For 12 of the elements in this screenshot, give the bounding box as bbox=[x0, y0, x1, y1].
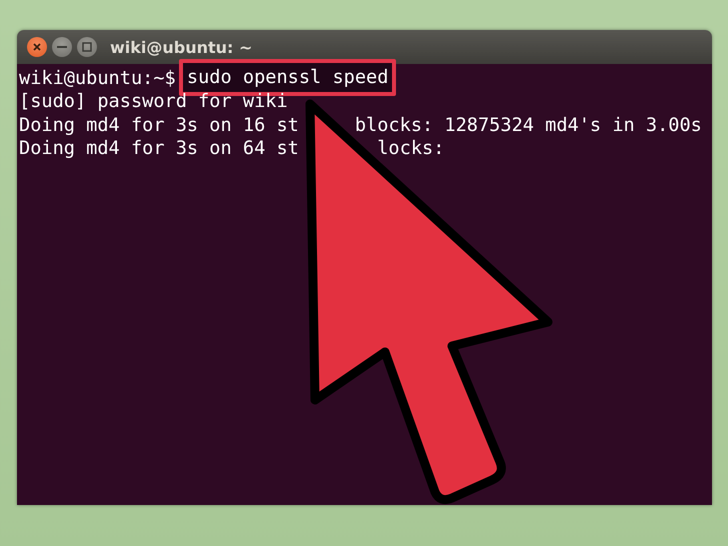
maximize-icon bbox=[82, 42, 92, 52]
window-title: wiki@ubuntu: ~ bbox=[110, 38, 252, 56]
output-text: locks: bbox=[377, 136, 444, 160]
output-text: blocks: 12875324 md4's in 3.00s bbox=[354, 114, 702, 137]
maximize-button[interactable] bbox=[77, 37, 97, 57]
close-button[interactable] bbox=[27, 37, 47, 57]
minimize-button[interactable] bbox=[52, 37, 72, 57]
close-icon bbox=[32, 42, 42, 52]
minimize-icon bbox=[57, 45, 67, 49]
output-text: Doing md4 for 3s on 16 st bbox=[19, 114, 299, 137]
shell-prompt: wiki@ubuntu:~$ bbox=[19, 67, 176, 90]
output-text: Doing md4 for 3s on 64 st bbox=[19, 136, 299, 160]
